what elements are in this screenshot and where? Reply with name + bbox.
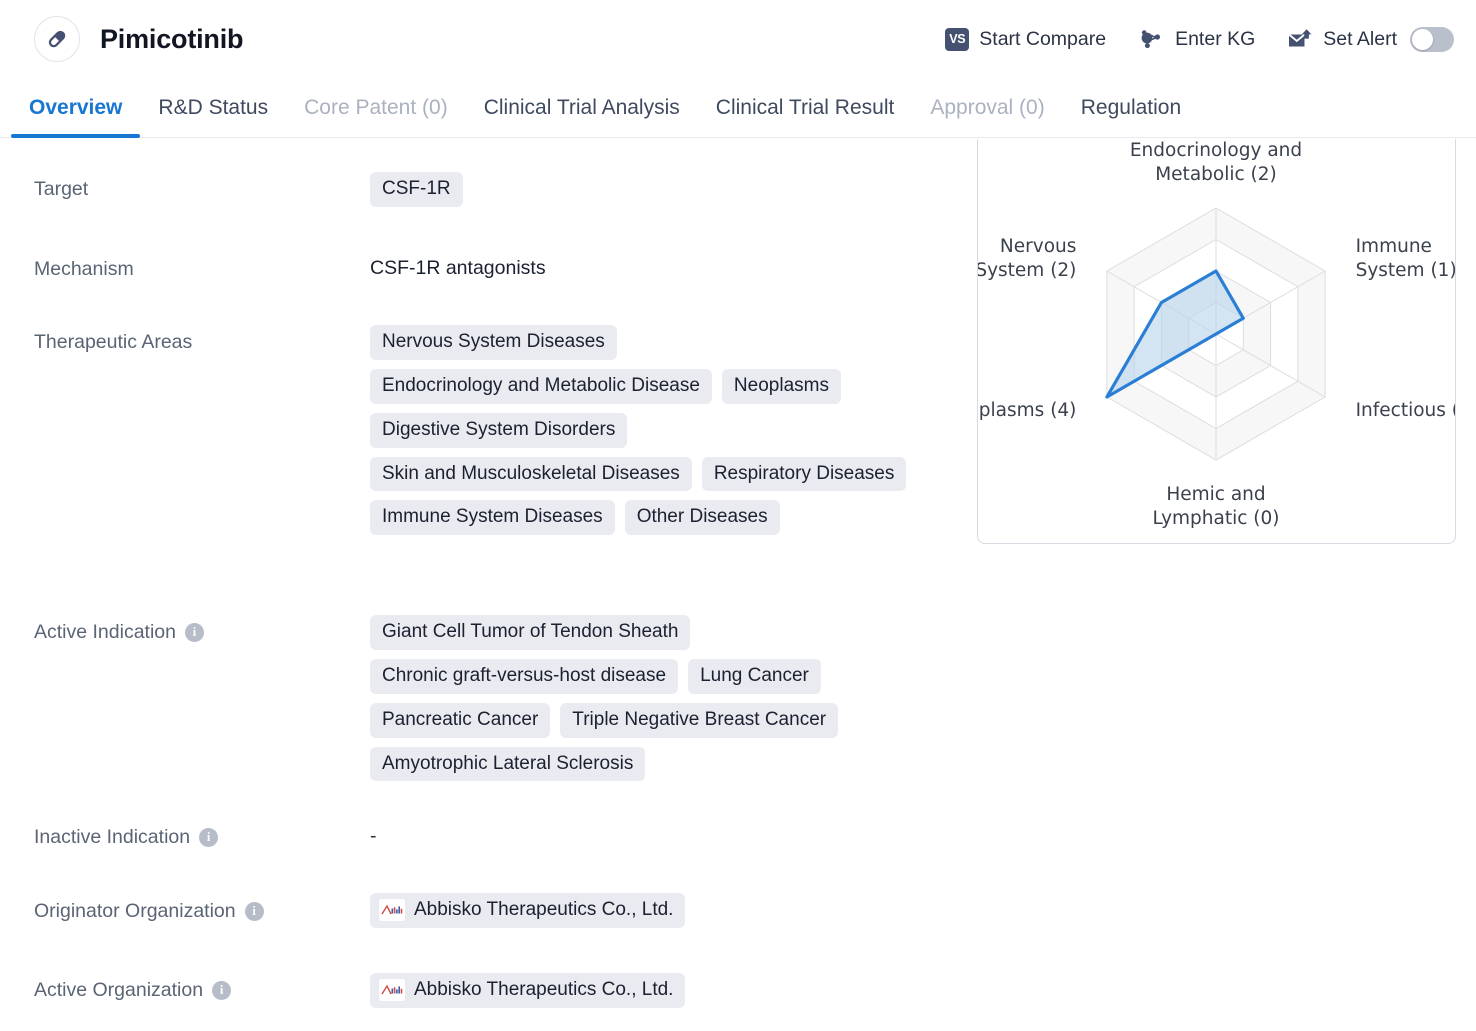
vs-compare-icon: VS	[945, 27, 970, 51]
field-label-inactive-indication-text: Inactive Indication	[34, 826, 191, 848]
therapeutic-area-tag[interactable]: Digestive System Disorders	[370, 412, 628, 448]
active-organization-tag-list: Abbisko Therapeutics Co., Ltd.	[370, 973, 950, 1008]
field-value-target: CSF-1R	[370, 172, 950, 207]
field-label-active-organization-text: Active Organization	[34, 979, 204, 1001]
svg-text:Infectious (0): Infectious (0)	[1356, 400, 1455, 421]
target-tag-list: CSF-1R	[370, 172, 950, 207]
field-label-active-indication: Active Indication i	[34, 621, 204, 644]
therapeutic-areas-tag-list: Nervous System Diseases Endocrinology an…	[370, 325, 910, 536]
field-label-therapeutic-areas: Therapeutic Areas	[34, 331, 192, 354]
field-value-mechanism: CSF-1R antagonists	[370, 257, 950, 280]
start-compare-label: Start Compare	[979, 27, 1107, 50]
field-label-target-text: Target	[34, 178, 89, 200]
tab-core-patent[interactable]: Core Patent (0)	[286, 78, 466, 138]
tab-clinical-trial-result[interactable]: Clinical Trial Result	[698, 78, 913, 138]
active-indication-tag[interactable]: Triple Negative Breast Cancer	[560, 702, 839, 738]
info-icon[interactable]: i	[244, 902, 264, 921]
svg-text:Neoplasms (4): Neoplasms (4)	[978, 400, 1076, 421]
svg-text:System (1): System (1)	[1356, 260, 1455, 281]
alert-toggle-knob	[1412, 28, 1433, 50]
tab-overview[interactable]: Overview	[11, 78, 141, 138]
therapeutic-area-tag[interactable]: Neoplasms	[721, 368, 841, 404]
field-label-target: Target	[34, 178, 88, 201]
active-indication-tag-list: Giant Cell Tumor of Tendon Sheath Chroni…	[370, 615, 930, 782]
therapeutic-area-tag[interactable]: Immune System Diseases	[370, 500, 615, 536]
field-value-active-indication: Giant Cell Tumor of Tendon Sheath Chroni…	[370, 615, 930, 782]
target-tag[interactable]: CSF-1R	[370, 172, 463, 207]
therapeutic-area-radar-chart: Endocrinology and Metabolic (2) Immune Syst…	[978, 140, 1455, 529]
tab-list: Overview R&D Status Core Patent (0) Clin…	[0, 78, 1476, 138]
svg-text:Lymphatic (0): Lymphatic (0)	[1152, 508, 1279, 529]
enter-kg-button[interactable]: Enter KG	[1138, 27, 1255, 51]
therapeutic-area-tag[interactable]: Skin and Musculoskeletal Diseases	[370, 456, 692, 492]
tab-clinical-trial-result-label: Clinical Trial Result	[715, 96, 895, 119]
organization-tag[interactable]: Abbisko Therapeutics Co., Ltd.	[370, 893, 686, 928]
abbisko-logo-icon	[379, 899, 405, 921]
svg-text:Metabolic (2): Metabolic (2)	[1155, 164, 1277, 185]
therapeutic-area-tag[interactable]: Nervous System Diseases	[370, 325, 617, 360]
inactive-indication-value: -	[370, 825, 377, 847]
alert-toggle[interactable]	[1410, 26, 1454, 52]
therapeutic-area-tag[interactable]: Endocrinology and Metabolic Disease	[370, 368, 712, 404]
field-value-active-organization: Abbisko Therapeutics Co., Ltd.	[370, 973, 950, 1008]
tab-core-patent-label: Core Patent (0)	[304, 96, 448, 119]
svg-text:Hemic and: Hemic and	[1166, 484, 1265, 505]
info-icon[interactable]: i	[199, 828, 219, 847]
tab-overview-label: Overview	[29, 96, 123, 119]
field-label-active-organization: Active Organization i	[34, 979, 232, 1002]
originator-organization-tag-list: Abbisko Therapeutics Co., Ltd.	[370, 893, 950, 928]
field-label-inactive-indication: Inactive Indication i	[34, 826, 219, 849]
knowledge-graph-icon	[1138, 27, 1165, 51]
organization-tag[interactable]: Abbisko Therapeutics Co., Ltd.	[370, 973, 686, 1008]
field-label-mechanism-text: Mechanism	[34, 258, 134, 280]
field-value-inactive-indication: -	[370, 825, 950, 848]
active-indication-tag[interactable]: Chronic graft-versus-host disease	[370, 658, 679, 694]
pill-capsule-icon	[34, 16, 80, 62]
field-value-therapeutic-areas: Nervous System Diseases Endocrinology an…	[370, 325, 910, 536]
tab-rd-status-label: R&D Status	[158, 96, 269, 119]
tab-bar: Overview R&D Status Core Patent (0) Clin…	[0, 78, 1476, 138]
field-label-mechanism: Mechanism	[34, 258, 134, 281]
mechanism-value: CSF-1R antagonists	[370, 257, 546, 279]
svg-text:System (2): System (2)	[978, 260, 1076, 281]
abbisko-logo-icon	[379, 979, 405, 1001]
active-indication-tag[interactable]: Amyotrophic Lateral Sclerosis	[370, 746, 646, 782]
field-label-originator-organization: Originator Organization i	[34, 900, 264, 923]
therapeutic-area-tag[interactable]: Respiratory Diseases	[701, 456, 907, 492]
tab-regulation[interactable]: Regulation	[1063, 78, 1199, 138]
set-alert-label: Set Alert	[1323, 27, 1397, 50]
info-icon[interactable]: i	[212, 981, 232, 1000]
active-indication-tag[interactable]: Pancreatic Cancer	[370, 702, 551, 738]
tab-regulation-label: Regulation	[1080, 96, 1182, 119]
tab-clinical-trial-analysis[interactable]: Clinical Trial Analysis	[466, 78, 698, 138]
start-compare-button[interactable]: VS Start Compare	[945, 27, 1107, 51]
tab-clinical-trial-analysis-label: Clinical Trial Analysis	[483, 96, 680, 119]
set-alert-button[interactable]: Set Alert	[1287, 26, 1454, 52]
field-label-originator-organization-text: Originator Organization	[34, 900, 236, 922]
therapeutic-area-tag[interactable]: Other Diseases	[624, 500, 780, 536]
therapeutic-area-radar-card: Endocrinology and Metabolic (2) Immune Syst…	[977, 139, 1456, 544]
field-value-originator-organization: Abbisko Therapeutics Co., Ltd.	[370, 893, 950, 928]
organization-tag-label: Abbisko Therapeutics Co., Ltd.	[414, 979, 674, 1001]
field-label-active-indication-text: Active Indication	[34, 621, 176, 643]
organization-tag-label: Abbisko Therapeutics Co., Ltd.	[414, 899, 674, 921]
tab-approval-label: Approval (0)	[930, 96, 1045, 119]
tab-rd-status[interactable]: R&D Status	[140, 78, 286, 138]
enter-kg-label: Enter KG	[1175, 27, 1256, 50]
page-title: Pimicotinib	[100, 23, 244, 54]
svg-text:Endocrinology and: Endocrinology and	[1130, 140, 1302, 161]
header-actions: VS Start Compare Enter KG Set Alert	[945, 18, 1454, 60]
brand: Pimicotinib	[34, 16, 244, 62]
active-indication-tag[interactable]: Lung Cancer	[688, 658, 821, 694]
active-indication-tag[interactable]: Giant Cell Tumor of Tendon Sheath	[370, 615, 691, 650]
field-label-therapeutic-areas-text: Therapeutic Areas	[34, 331, 193, 353]
svg-text:Nervous: Nervous	[1000, 236, 1076, 257]
alert-envelope-icon	[1287, 28, 1313, 51]
app-header: Pimicotinib VS Start Compare Enter KG Se…	[0, 0, 1476, 78]
info-icon[interactable]: i	[185, 623, 204, 642]
tab-approval[interactable]: Approval (0)	[912, 78, 1062, 138]
svg-text:Immune: Immune	[1356, 236, 1432, 257]
